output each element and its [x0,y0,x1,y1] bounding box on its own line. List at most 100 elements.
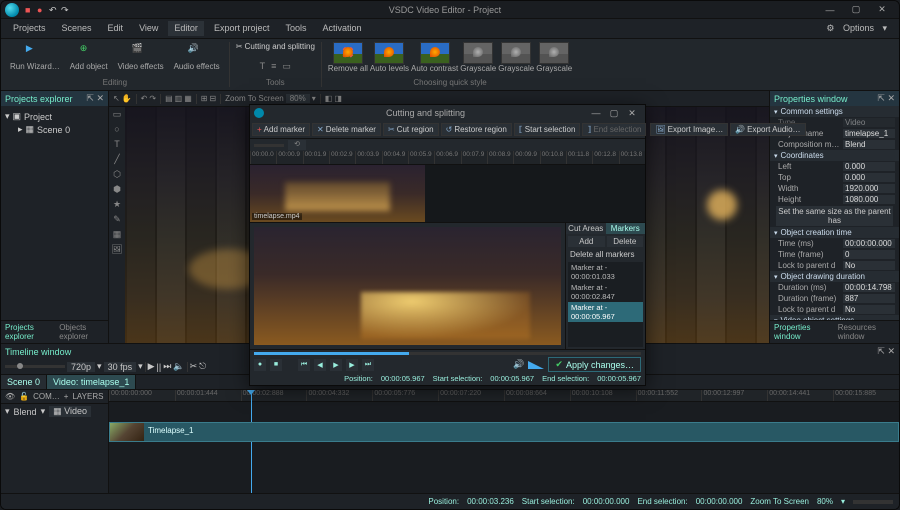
timeline-zoom-slider[interactable] [5,365,65,368]
tree-project[interactable]: ▾▣Project [5,110,104,123]
restore-icon[interactable]: ↺Restore region [441,123,512,136]
tl-tab-scene[interactable]: Scene 0 [1,375,47,389]
tl-fps[interactable]: 30 fps [104,362,137,372]
x-icon[interactable]: ✕Delete marker [312,123,381,136]
menu-view[interactable]: View [133,21,164,36]
minimize-button[interactable]: — [817,5,843,15]
prop-row[interactable]: Duration (ms)00:00:14.798 [770,282,899,293]
zoom-value[interactable]: 80% [286,94,310,103]
quick-access-toolbar[interactable]: ■●↶↷ [25,5,73,15]
tab-projects-explorer[interactable]: Projects explorer [1,321,55,343]
d-zoom-slider[interactable] [254,144,284,147]
image-icon[interactable]: 🖼Export Image… [650,123,728,136]
timeline-ruler[interactable]: 00:00:00:00000:00:01:44400:00:02:88800:0… [109,390,899,402]
dialog-ruler[interactable]: 00:00.000:00.900:01.900:02.900:03.900:04… [250,151,645,165]
scissor-icon[interactable]: ✂Cut region [383,123,439,136]
prop-row[interactable]: Composition modeBlend [770,139,899,150]
ctool-hand[interactable]: ✋ [122,94,132,103]
prop-row[interactable]: Time (frame)0 [770,249,899,260]
tl-tab-video[interactable]: Video: timelapse_1 [47,375,136,389]
vtool-1[interactable]: ▭ [109,109,125,123]
tab-markers[interactable]: Markers [606,223,646,234]
prop-section[interactable]: Object drawing duration [770,271,899,282]
run-wizard-button[interactable]: ▶Run Wizard… [7,42,63,72]
filmstrip[interactable]: timelapse.mp4 [250,165,645,223]
dialog-titlebar[interactable]: Cutting and splitting — ▢ ✕ [250,105,645,121]
eye-icon[interactable]: 👁 [5,392,15,401]
prop-row[interactable]: Duration (frame)887 [770,293,899,304]
dialog-maximize[interactable]: ▢ [605,108,623,119]
audio-effects-button[interactable]: 🔊Audio effects [171,42,223,72]
menu-editor[interactable]: Editor [168,21,204,36]
apply-changes-button[interactable]: ✔Apply changes… [548,357,641,372]
vtool-10[interactable]: 🖼 [109,244,125,258]
prop-row[interactable]: Time (ms)00:00:00.000 [770,238,899,249]
style-remove-all[interactable]: ✖ [333,42,363,64]
menu-options[interactable]: ⚙ Options ▾ [820,21,893,36]
prop-section[interactable]: Object creation time [770,227,899,238]
plus-icon[interactable]: +Add marker [252,123,310,136]
prop-action-button[interactable]: Set the same size as the parent has [776,206,893,226]
marker-item[interactable]: Marker at - 00:00:01.033 [568,262,643,282]
vtool-3[interactable]: T [109,139,125,153]
video-clip[interactable]: Timelapse_1 [109,422,899,442]
prop-row[interactable]: Lock to parent dNo [770,304,899,315]
video-effects-button[interactable]: 🎬Video effects [115,42,167,72]
panel-pin-icon[interactable]: ⇱ ✕ [86,93,104,104]
menu-projects[interactable]: Projects [7,21,52,36]
vtool-5[interactable]: ⬡ [109,169,125,183]
tl-prev[interactable]: || [157,362,162,372]
vtool-8[interactable]: ✎ [109,214,125,228]
prop-section[interactable]: Common settings [770,106,899,117]
marker-list[interactable]: Marker at - 00:00:01.033Marker at - 00:0… [568,262,643,347]
style-grayscale-1[interactable] [463,42,493,64]
ctool-ungroup[interactable]: ⊟ [209,94,216,103]
add-layer-icon[interactable]: + [64,392,69,401]
tool-icon-3[interactable]: ▭ [282,61,291,72]
add-object-button[interactable]: ⊕Add object [67,42,111,72]
zoom-dropdown-icon[interactable]: ▾ [312,94,316,103]
dialog-close[interactable]: ✕ [623,108,641,119]
tab-resources[interactable]: Resources window [834,321,899,343]
prop-row[interactable]: Lock to parent dNo [770,260,899,271]
d-vol-icon[interactable]: 🔊 [513,359,524,370]
d-step-back[interactable]: ◀ [314,359,326,371]
tree-scene[interactable]: ▸▦Scene 0 [5,123,104,136]
ctool-more-1[interactable]: ◧ [325,94,333,103]
prop-row[interactable]: Top0.000 [770,172,899,183]
menu-activation[interactable]: Activation [316,21,367,36]
tool-icon-1[interactable]: T [260,61,266,72]
close-button[interactable]: ✕ [869,4,895,15]
d-skip-fwd[interactable]: ⏭ [362,359,374,371]
tl-sound[interactable]: 🔈 [173,361,184,372]
d-record[interactable]: ● [254,359,266,371]
track-row[interactable]: ▾Blend▾ ▦ Video [1,404,108,419]
style-auto-levels[interactable] [374,42,404,64]
maximize-button[interactable]: ▢ [843,4,869,15]
menu-scenes[interactable]: Scenes [56,21,98,36]
menu-edit[interactable]: Edit [102,21,130,36]
tool-icon-2[interactable]: ≡ [271,61,276,72]
menu-tools[interactable]: Tools [279,21,312,36]
tab-cut-areas[interactable]: Cut Areas [566,223,606,234]
d-stop[interactable]: ■ [270,359,282,371]
dialog-seekbar[interactable] [254,352,641,355]
marker-item[interactable]: Marker at - 00:00:02.847 [568,282,643,302]
status-zoom-slider[interactable] [853,500,893,504]
prop-row[interactable]: Width1920.000 [770,183,899,194]
ctool-group[interactable]: ⊞ [201,94,208,103]
audio-icon[interactable]: 🔊Export Audio… [730,123,805,136]
d-volume[interactable] [528,361,544,369]
marker-add-button[interactable]: Add [568,236,605,247]
tl-cut[interactable]: ✂ [190,361,198,372]
ctool-redo[interactable]: ↷ [149,94,156,103]
d-play[interactable]: ▶ [330,359,342,371]
vtool-4[interactable]: ╱ [109,154,125,168]
marker-item[interactable]: Marker at - 00:00:05.967 [568,302,643,322]
prop-row[interactable]: Height1080.000 [770,194,899,205]
delete-all-markers[interactable]: Delete all markers [566,249,645,260]
tl-res[interactable]: 720p [67,362,95,372]
tl-split[interactable]: ⎋ [199,361,206,372]
ctool-align-2[interactable]: ▥ [175,94,183,103]
lock-col-icon[interactable]: 🔓 [19,392,29,401]
